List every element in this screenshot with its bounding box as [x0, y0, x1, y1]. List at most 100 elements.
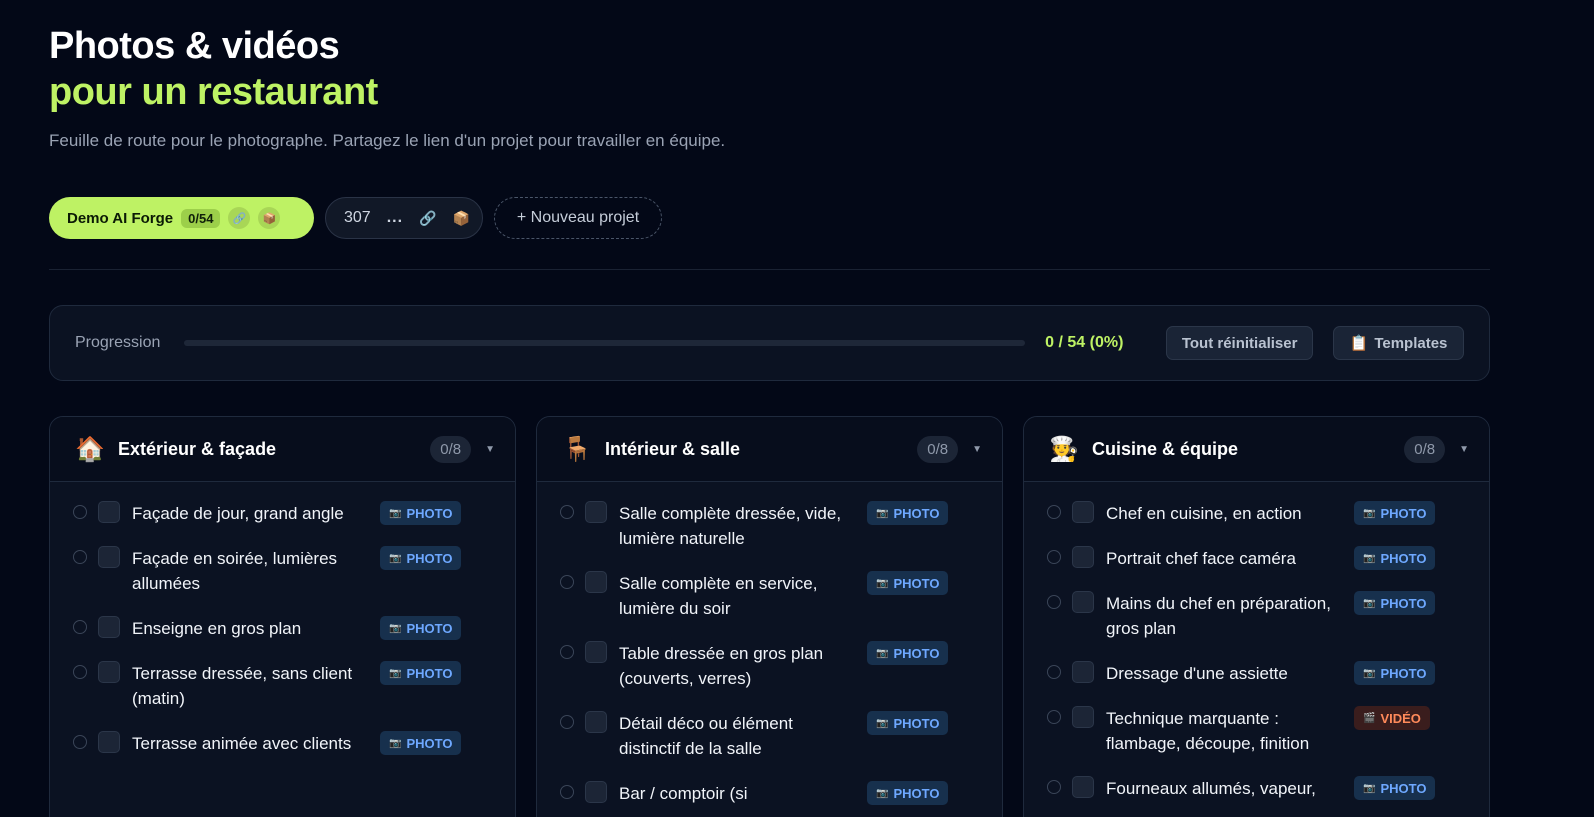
- shot-label: Façade en soirée, lumières allumées: [132, 549, 338, 593]
- box-icon[interactable]: 📦: [258, 207, 281, 229]
- shot-item: Enseigne en gros plan 📷 PHOTO: [73, 616, 515, 641]
- shot-item: Bar / comptoir (si 📷 PHOTO: [560, 781, 1002, 806]
- badge-label: PHOTO: [893, 645, 940, 661]
- status-radio[interactable]: [1047, 505, 1061, 519]
- shot-checkbox[interactable]: [98, 661, 120, 683]
- camera-icon: 📷: [1363, 597, 1376, 609]
- status-radio[interactable]: [73, 505, 87, 519]
- shot-checkbox[interactable]: [1072, 661, 1094, 683]
- camera-icon: 📷: [876, 787, 889, 799]
- shot-label: Terrasse dressée, sans client (matin): [132, 664, 353, 708]
- camera-icon: 📷: [389, 552, 402, 564]
- shot-list: Façade de jour, grand angle 📷 PHOTO Façade …: [50, 482, 515, 756]
- category-header[interactable]: 🧑‍🍳 Cuisine & équipe 0/8 ▼: [1024, 417, 1489, 482]
- shot-item: Table dressée en gros plan (couverts, ve…: [560, 641, 1002, 691]
- badge-label: PHOTO: [1380, 665, 1427, 681]
- shot-checkbox[interactable]: [98, 616, 120, 638]
- shot-checkbox[interactable]: [585, 711, 607, 733]
- progress-label: Progression: [75, 334, 161, 351]
- camera-icon: 📷: [1363, 667, 1376, 679]
- photo-badge: 📷 PHOTO: [380, 731, 462, 755]
- status-radio[interactable]: [560, 715, 574, 729]
- badge-label: PHOTO: [1380, 780, 1427, 796]
- badge-label: PHOTO: [1380, 505, 1427, 521]
- photo-badge: 📷 PHOTO: [380, 501, 462, 525]
- project-tab-active[interactable]: Demo AI Forge 0/54 🔗 📦: [49, 197, 314, 239]
- photo-badge: 📷 PHOTO: [1354, 501, 1436, 525]
- camera-icon: 📷: [1363, 507, 1376, 519]
- shot-item: Détail déco ou élément distinctif de la …: [560, 711, 1002, 761]
- link-icon[interactable]: 🔗: [228, 207, 251, 229]
- shot-checkbox[interactable]: [1072, 591, 1094, 613]
- shot-label: Terrasse animée avec clients: [132, 734, 352, 753]
- shot-checkbox[interactable]: [1072, 501, 1094, 523]
- shot-label: Table dressée en gros plan (couverts, ve…: [619, 644, 824, 688]
- photo-badge: 📷 PHOTO: [380, 616, 462, 640]
- project-tab[interactable]: 307 ... 🔗 📦: [325, 197, 483, 239]
- shot-label: Enseigne en gros plan: [132, 619, 302, 638]
- status-radio[interactable]: [1047, 595, 1061, 609]
- reset-all-button[interactable]: Tout réinitialiser: [1166, 326, 1314, 360]
- box-icon[interactable]: 📦: [452, 210, 469, 227]
- badge-label: PHOTO: [406, 550, 453, 566]
- page-title: Photos & vidéos: [49, 25, 340, 67]
- shot-label: Fourneaux allumés, vapeur,: [1106, 779, 1316, 798]
- shot-item: Salle complète en service, lumière du so…: [560, 571, 1002, 621]
- shot-checkbox[interactable]: [1072, 706, 1094, 728]
- status-radio[interactable]: [1047, 550, 1061, 564]
- status-radio[interactable]: [73, 620, 87, 634]
- chef-icon: 🧑‍🍳: [1049, 435, 1079, 463]
- badge-label: PHOTO: [893, 575, 940, 591]
- shot-checkbox[interactable]: [98, 546, 120, 568]
- page-subtitle: Feuille de route pour le photographe. Pa…: [49, 131, 726, 150]
- shot-checkbox[interactable]: [585, 571, 607, 593]
- photo-badge: 📷 PHOTO: [380, 661, 462, 685]
- chevron-down-icon[interactable]: ▼: [485, 444, 495, 455]
- chevron-down-icon[interactable]: ▼: [1459, 444, 1469, 455]
- shot-checkbox[interactable]: [585, 501, 607, 523]
- shot-checkbox[interactable]: [585, 781, 607, 803]
- shot-label: Salle complète dressée, vide, lumière na…: [619, 504, 842, 548]
- status-radio[interactable]: [560, 785, 574, 799]
- shot-list: Chef en cuisine, en action 📷 PHOTO Portrait…: [1024, 482, 1489, 801]
- status-radio[interactable]: [1047, 780, 1061, 794]
- photo-badge: 📷 PHOTO: [1354, 546, 1436, 570]
- badge-label: PHOTO: [406, 665, 453, 681]
- shot-checkbox[interactable]: [1072, 546, 1094, 568]
- house-icon: 🏠: [75, 435, 105, 463]
- category-card: 🏠 Extérieur & façade 0/8 ▼ Façade de jour, g…: [49, 416, 516, 817]
- shot-checkbox[interactable]: [98, 731, 120, 753]
- shot-item: Dressage d'une assiette 📷 PHOTO: [1047, 661, 1489, 686]
- status-radio[interactable]: [560, 645, 574, 659]
- category-card: 🧑‍🍳 Cuisine & équipe 0/8 ▼ Chef en cuisine, …: [1023, 416, 1490, 817]
- status-radio[interactable]: [1047, 665, 1061, 679]
- chevron-down-icon[interactable]: ▼: [972, 444, 982, 455]
- shot-item: Façade de jour, grand angle 📷 PHOTO: [73, 501, 515, 526]
- status-radio[interactable]: [560, 505, 574, 519]
- status-radio[interactable]: [73, 735, 87, 749]
- more-icon[interactable]: ...: [387, 209, 403, 227]
- status-radio[interactable]: [1047, 710, 1061, 724]
- status-radio[interactable]: [560, 575, 574, 589]
- category-header[interactable]: 🏠 Extérieur & façade 0/8 ▼: [50, 417, 515, 482]
- templates-button[interactable]: 📋 Templates: [1333, 326, 1464, 360]
- photo-badge: 📷 PHOTO: [1354, 776, 1436, 800]
- photo-badge: 📷 PHOTO: [380, 546, 462, 570]
- link-icon[interactable]: 🔗: [419, 210, 436, 227]
- category-header[interactable]: 🪑 Intérieur & salle 0/8 ▼: [537, 417, 1002, 482]
- status-radio[interactable]: [73, 665, 87, 679]
- shot-label: Chef en cuisine, en action: [1106, 504, 1302, 523]
- status-radio[interactable]: [73, 550, 87, 564]
- shot-label: Dressage d'une assiette: [1106, 664, 1288, 683]
- shot-checkbox[interactable]: [98, 501, 120, 523]
- page: Photos & vidéos pour un restaurant Feuil…: [49, 24, 1490, 817]
- shot-checkbox[interactable]: [585, 641, 607, 663]
- chair-icon: 🪑: [562, 435, 592, 463]
- new-project-button[interactable]: + Nouveau projet: [494, 197, 662, 239]
- shot-checkbox[interactable]: [1072, 776, 1094, 798]
- shot-item: Terrasse animée avec clients 📷 PHOTO: [73, 731, 515, 756]
- category-count-badge: 0/8: [430, 435, 472, 463]
- photo-badge: 📷 PHOTO: [867, 711, 949, 735]
- category-columns: 🏠 Extérieur & façade 0/8 ▼ Façade de jour, g…: [49, 416, 1490, 817]
- shot-label: Bar / comptoir (si: [619, 784, 748, 803]
